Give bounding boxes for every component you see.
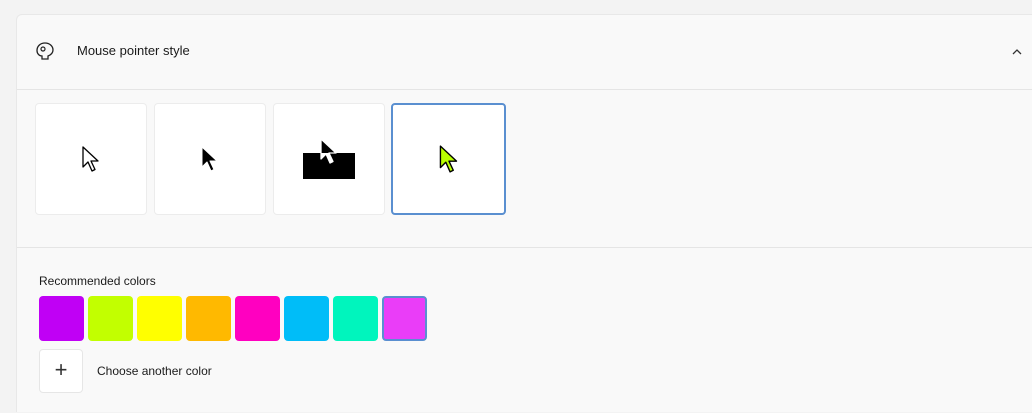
choose-another-color-label[interactable]: Choose another color <box>97 364 212 378</box>
add-color-button[interactable]: + <box>39 349 83 393</box>
white-arrow-cursor-icon <box>82 146 99 172</box>
inverted-arrow-cursor-icon <box>303 138 355 179</box>
color-swatch[interactable] <box>186 296 231 341</box>
color-swatch[interactable] <box>382 296 427 341</box>
color-swatch[interactable] <box>235 296 280 341</box>
custom-color-arrow-cursor-icon <box>439 145 457 173</box>
color-swatch[interactable] <box>284 296 329 341</box>
recommended-colors-section: Recommended colors + Choose another colo… <box>17 248 1032 413</box>
color-swatch[interactable] <box>137 296 182 341</box>
black-arrow-cursor-icon <box>201 146 218 172</box>
pointer-style-icon <box>36 42 54 60</box>
section-header[interactable]: Mouse pointer style <box>17 15 1032 90</box>
color-swatch[interactable] <box>39 296 84 341</box>
pointer-style-options <box>17 90 1032 248</box>
recommended-colors-label: Recommended colors <box>39 274 156 288</box>
pointer-style-black[interactable] <box>154 103 266 215</box>
color-swatch[interactable] <box>88 296 133 341</box>
pointer-style-white[interactable] <box>35 103 147 215</box>
section-title: Mouse pointer style <box>77 43 190 58</box>
pointer-style-custom[interactable] <box>391 103 506 215</box>
chevron-up-icon[interactable] <box>1010 45 1024 59</box>
pointer-style-inverted[interactable] <box>273 103 385 215</box>
color-swatch[interactable] <box>333 296 378 341</box>
mouse-pointer-style-panel: Mouse pointer style Recommended colors +… <box>16 14 1032 412</box>
